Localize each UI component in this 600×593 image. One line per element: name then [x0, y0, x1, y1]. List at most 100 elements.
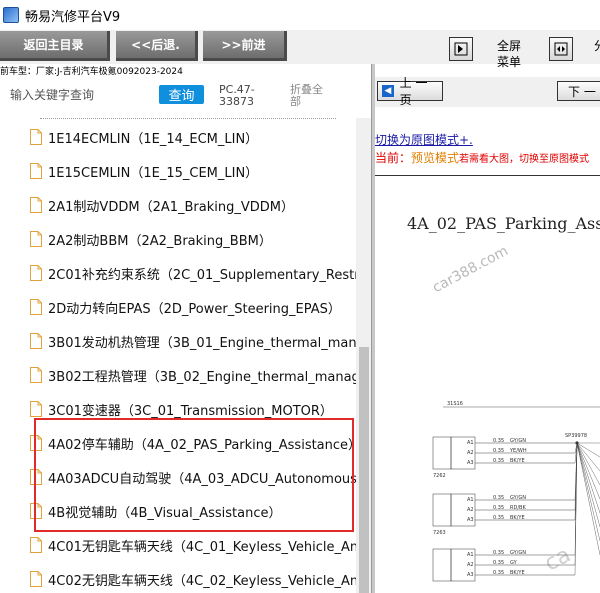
- tree-item[interactable]: 2A1制动VDDM（2A1_Braking_VDDM）: [0, 188, 356, 222]
- window-title: 畅易汽修平台V9: [25, 9, 121, 25]
- tree-item[interactable]: 3B02工程热管理（3B_02_Engine_thermal_manager: [0, 358, 356, 392]
- wire-color: GY/GN: [510, 495, 526, 501]
- wire-gauge: 0.35: [493, 515, 504, 521]
- wire-color: GY/GN: [510, 550, 526, 556]
- prev-page-label: 上 一 页: [399, 76, 428, 107]
- home-button[interactable]: 返回主目录: [0, 31, 110, 61]
- pin-label: A1: [467, 552, 474, 558]
- pin-label: A3: [467, 460, 474, 466]
- tree-separator: [40, 118, 336, 119]
- fullscreen-icon: [454, 42, 468, 56]
- tree-item-label: 3C01变速器（3C_01_Transmission_MOTOR）: [48, 404, 333, 419]
- outgoing-wire: [576, 442, 600, 528]
- current-mode: 预览模式: [411, 151, 460, 165]
- pin-label: A2: [467, 507, 474, 513]
- tree-item-label: 3B02工程热管理（3B_02_Engine_thermal_manager: [48, 370, 356, 385]
- wiring-diagram: 31S16 SP39978 7262 A1 0.35 GY/GN A2 0.35 YE/WH A3…: [432, 401, 600, 582]
- fullscreen-button[interactable]: [449, 37, 473, 61]
- tree-item[interactable]: 4C02无钥匙车辆天线（4C_02_Keyless_Vehicle_Ante: [0, 562, 356, 593]
- splice-label: SP39978: [565, 433, 587, 439]
- wire-color: BK/YE: [510, 515, 525, 521]
- outgoing-wire: [576, 442, 600, 542]
- tree-item-label: 2C01补充约束系统（2C_01_Supplementary_Restrai: [48, 268, 356, 283]
- tree-item[interactable]: 2D动力转向EPAS（2D_Power_Steering_EPAS）: [0, 290, 356, 324]
- wire-gauge: 0.35: [493, 560, 504, 566]
- split-view-button[interactable]: [549, 37, 573, 61]
- wire-color: GY: [510, 560, 518, 566]
- outgoing-wire: [576, 442, 600, 556]
- connector-label: 7262: [433, 473, 446, 479]
- wire-color: YE/WH: [509, 448, 527, 454]
- wire-gauge: 0.35: [493, 448, 504, 454]
- tree-item-label: 2A1制动VDDM（2A1_Braking_VDDM）: [48, 200, 294, 215]
- tree-item-label: 4C01无钥匙车辆天线（4C_01_Keyless_Vehicle_Ante: [48, 540, 356, 555]
- bus-label: 31S16: [447, 401, 463, 407]
- tree-item[interactable]: 4C01无钥匙车辆天线（4C_01_Keyless_Vehicle_Ante: [0, 528, 356, 562]
- tree-item[interactable]: 2A2制动BBM（2A2_Braking_BBM）: [0, 222, 356, 256]
- outgoing-wire: [576, 442, 600, 486]
- wire-gauge: 0.35: [493, 505, 504, 511]
- document-viewer: ◀ 上 一 页 下 一 切换为原图模式+. 当前：预览模式若需看大图，切换至原图…: [375, 76, 600, 593]
- outgoing-wire: [576, 442, 600, 500]
- document-title: 4A_02_PAS_Parking_Assi: [407, 214, 600, 233]
- search-input[interactable]: 输入关键字查询: [10, 86, 94, 103]
- tree-scrollbar-thumb[interactable]: [359, 347, 369, 593]
- pin-label: A3: [467, 517, 474, 523]
- search-row: 输入关键字查询 查询 PC.47-33873 折叠全部: [0, 78, 370, 118]
- tree-item-label: 2D动力转向EPAS（2D_Power_Steering_EPAS）: [48, 302, 341, 317]
- document-icon: [30, 367, 42, 383]
- app-icon: [3, 7, 19, 23]
- tree-item[interactable]: 3B01发动机热管理（3B_01_Engine_thermal_manag: [0, 324, 356, 358]
- current-hint: 若需看大图，切换至原图模式: [459, 154, 590, 165]
- document-icon: [30, 129, 42, 145]
- back-button[interactable]: <<后退.: [116, 31, 198, 61]
- document-icon: [30, 231, 42, 247]
- current-mode-line: 当前：预览模式若需看大图，切换至原图模式: [375, 149, 589, 166]
- document-icon: [30, 537, 42, 553]
- document-icon: [30, 571, 42, 587]
- wire-gauge: 0.35: [493, 458, 504, 464]
- connector-box: [432, 436, 452, 470]
- document-icon: [30, 163, 42, 179]
- next-page-label: 下 一: [568, 84, 596, 99]
- connector-box: [432, 548, 452, 582]
- vehicle-info: 前车型：厂家:J-吉利汽车极氪0092023-2024: [0, 67, 183, 77]
- wire-gauge: 0.35: [493, 495, 504, 501]
- split-view-icon: [554, 42, 568, 56]
- switch-original-mode-link[interactable]: 切换为原图模式+.: [375, 131, 473, 148]
- connector-label: 7263: [433, 530, 446, 536]
- toolbar: 返回主目录 <<后退. >>前进 全屏 菜单 分: [0, 30, 600, 69]
- document-icon: [30, 299, 42, 315]
- tree-item-label: 4C02无钥匙车辆天线（4C_02_Keyless_Vehicle_Ante: [48, 574, 356, 589]
- wire-gauge: 0.35: [493, 438, 504, 444]
- search-button[interactable]: 查询: [159, 85, 204, 104]
- tree-item-label: 2A2制动BBM（2A2_Braking_BBM）: [48, 234, 272, 249]
- pin-label: A2: [467, 562, 474, 568]
- fullscreen-label-1: 全屏: [497, 39, 522, 53]
- next-page-button[interactable]: 下 一: [557, 81, 600, 101]
- pin-label: A1: [467, 440, 474, 446]
- watermark: car388.com: [430, 242, 511, 297]
- tree-item-label: 1E15CEMLIN（1E_15_CEM_LIN）: [48, 166, 259, 181]
- document-icon: [30, 197, 42, 213]
- current-label: 当前：: [375, 151, 412, 165]
- wire-color: RD/BK: [510, 505, 526, 511]
- collapse-all-button[interactable]: 折叠全部: [290, 84, 330, 108]
- forward-button[interactable]: >>前进: [203, 31, 287, 61]
- pin-label: A2: [467, 450, 474, 456]
- tree-item[interactable]: 1E14ECMLIN（1E_14_ECM_LIN）: [0, 120, 356, 154]
- tree-item[interactable]: 1E15CEMLIN（1E_15_CEM_LIN）: [0, 154, 356, 188]
- document-icon: [30, 333, 42, 349]
- prev-arrow-icon: ◀: [382, 85, 394, 97]
- page-nav-bar: ◀ 上 一 页 下 一: [375, 76, 600, 107]
- document-icon: [30, 265, 42, 281]
- connector-box: [432, 493, 452, 527]
- tree-item[interactable]: 2C01补充约束系统（2C_01_Supplementary_Restrai: [0, 256, 356, 290]
- wire-gauge: 0.35: [493, 570, 504, 576]
- document-icon: [30, 401, 42, 417]
- split-view-label: 分: [594, 38, 600, 54]
- wire-color: GY/GN: [510, 438, 526, 444]
- document-rule: [375, 175, 600, 176]
- prev-page-button[interactable]: ◀ 上 一 页: [377, 76, 443, 107]
- wire-gauge: 0.35: [493, 550, 504, 556]
